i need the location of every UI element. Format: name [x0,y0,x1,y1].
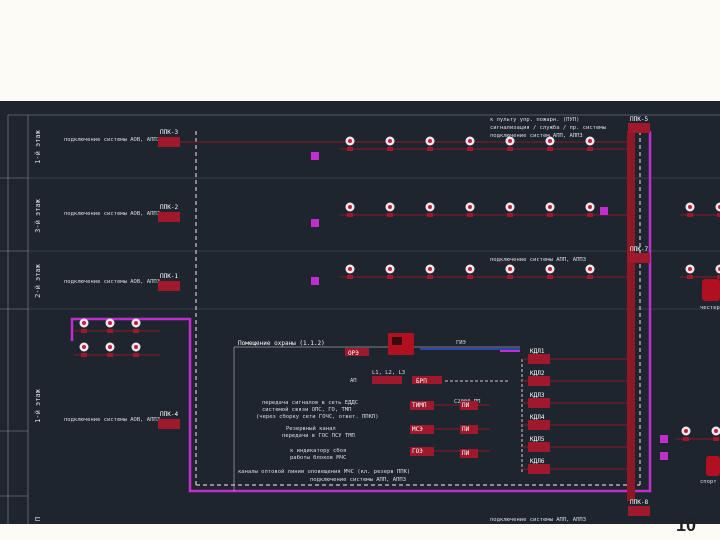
left-text: каналы оптовой линии оповещения МЧС (кл.… [238,469,410,475]
panel-code: ППК-5 [630,116,648,123]
device-label: МСЭ [412,426,423,433]
controller-label: КДЛ1 [530,348,545,355]
floor-label: 2-й этаж [34,263,42,298]
device-label: ПИ [462,402,470,409]
floor-label: 1-й этаж [34,388,42,423]
controller-label: КДЛ2 [530,370,545,377]
controller-column: КДЛ1 КДЛ2 КДЛ3 КДЛ4 КДЛ5 КДЛ6 [521,348,627,474]
device-label: ГОЭ [412,448,423,455]
center-label: БРП [416,378,427,385]
schematic-canvas: 1-й этаж 3-й этаж 2-й этаж 1-й этаж П по… [0,114,720,524]
center-label: АП [350,378,357,384]
sounder-icon [311,219,319,227]
controller-label: КДЛ6 [530,458,545,465]
sounder-icon [660,435,668,443]
right-note: сигнализация / служба / пр. системы [490,124,607,131]
fire-alarm-schematic: 1-й этаж 3-й этаж 2-й этаж 1-й этаж П по… [0,101,720,524]
controller-label: КДЛ3 [530,392,545,399]
controller-label: КДЛ5 [530,436,545,443]
fire-equipment-icon [702,279,720,301]
panel-label: подключение системы АОВ, АППЗ [64,137,160,143]
floor-label: 3-й этаж [34,198,42,233]
side-label: спорт [700,479,717,485]
panel-code: ППК-7 [630,246,648,253]
right-note: подключение системы АПП, АППЗ [490,517,586,523]
left-text: Резервный канал [286,426,336,432]
left-text: к индикатору сбоя [290,447,346,454]
panel-label: подключение системы АОВ, АППЗ [64,417,160,423]
right-note: подключение систем АПП, АППЗ [490,133,583,139]
panel-code: ППК-2 [160,204,178,211]
sounder-icon [311,277,319,285]
left-text: системой связи ОПС, ГО, ТМП [262,407,351,413]
panel-code: ППК-8 [630,499,648,506]
device-label: ПИ [462,426,470,433]
left-text: передачи в ГОС ПСУ ТМП [282,433,355,439]
left-text: передача сигналов в сеть ЕДДС [262,400,358,406]
panel-code: ППК-3 [160,129,178,136]
device-box: ОРЭ [348,350,359,357]
right-note: к пульту упр. пожарн. (ПУП) [490,117,579,123]
fire-equipment-icon [706,456,720,476]
right-note: подключение системы АПП, АППЗ [490,257,586,263]
sounder-icon [311,152,319,160]
device-label: ТИМП [412,402,427,409]
controller-label: КДЛ4 [530,414,545,421]
left-text: подключение системы АПП, АППЗ [310,477,406,483]
left-text: работы блоков МЧС [290,454,346,461]
panel-label: подключение системы АОВ, АППЗ [64,211,160,217]
left-text: (через сборку сети ГОЧС, ответ. ППКП) [256,413,379,420]
floor-label: П [34,517,42,521]
sounder-icon [600,207,608,215]
panel-label: подключение системы АОВ, АППЗ [64,279,160,285]
slide: 1-й этаж 3-й этаж 2-й этаж 1-й этаж П по… [0,0,720,540]
side-label: честер [700,305,720,311]
panel-code: ППК-1 [160,273,178,280]
device-boxes: ТИМП МСЭ ГОЭ ПИ ПИ ПИ [410,401,490,458]
page-number: 10 [675,515,696,535]
device-label: ПИ [462,450,470,457]
floor-label: 1-й этаж [34,129,42,164]
panel-code: ППК-4 [160,411,178,418]
center-label: ГИЭ [456,340,466,346]
center-label: L1, L2, L3 [372,370,405,376]
room-title: Помещение охраны (1.1.2) [238,340,325,347]
sounder-icon [660,452,668,460]
